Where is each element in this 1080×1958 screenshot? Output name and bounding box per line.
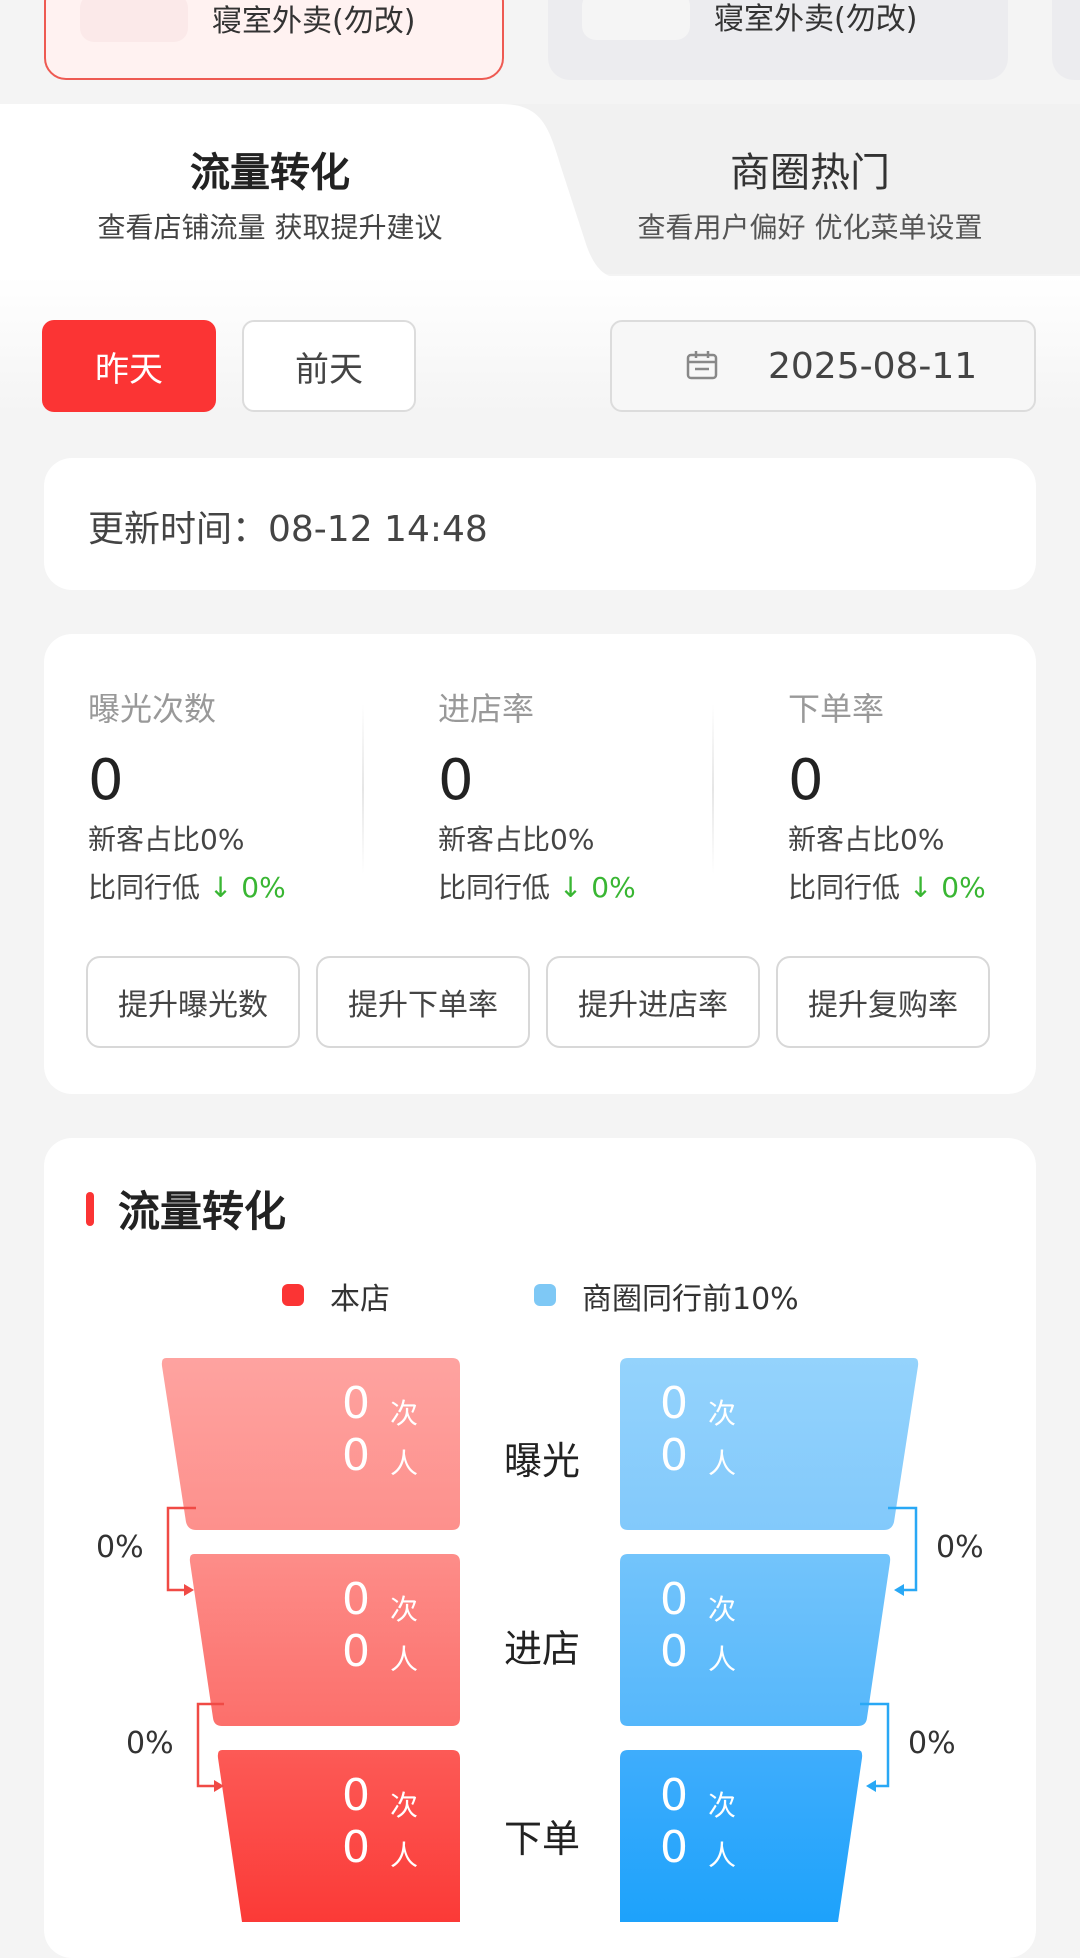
date-value: 2025-08-11 bbox=[768, 346, 978, 387]
tab-bar: 流量转化 查看店铺流量 获取提升建议 商圈热门 查看用户偏好 优化菜单设置 bbox=[0, 104, 1080, 284]
section-accent-bar bbox=[86, 1192, 94, 1226]
unit-people: 人 bbox=[708, 1643, 737, 1676]
store-thumbnail bbox=[80, 0, 188, 42]
store-exposure-people: 0 bbox=[342, 1430, 370, 1481]
peer-conversion-arrow-1 bbox=[888, 1506, 918, 1596]
store-entry-people: 0 bbox=[342, 1626, 370, 1677]
store-order-times: 0 bbox=[342, 1770, 370, 1821]
peer-order-times: 0 bbox=[660, 1770, 688, 1821]
unit-people: 人 bbox=[390, 1643, 419, 1676]
divider bbox=[712, 704, 714, 874]
unit-times: 次 bbox=[708, 1593, 737, 1626]
peer-exposure-people: 0 bbox=[660, 1430, 688, 1481]
unit-times: 次 bbox=[708, 1397, 737, 1430]
metric-compare-value: ↓ 0% bbox=[908, 871, 986, 904]
metric-label: 曝光次数 bbox=[88, 690, 217, 728]
metric-compare: 比同行低 ↓ 0% bbox=[438, 866, 738, 914]
store-card-1[interactable]: 寝室外卖(勿改) bbox=[44, 0, 504, 80]
unit-people: 人 bbox=[708, 1447, 737, 1480]
peer-order-people: 0 bbox=[660, 1822, 688, 1873]
metric-compare: 比同行低 ↓ 0% bbox=[788, 866, 1080, 914]
funnel-card: 流量转化 本店 商圈同行前10% 0 次 0 人 0 次 0 人 曝光 0 次 … bbox=[44, 1138, 1036, 1958]
store-name: 寝室外卖(勿改) bbox=[212, 4, 416, 39]
metrics-card: 曝光次数 0 新客占比0% 比同行低 ↓ 0% 进店率 0 新客占比0% 比同行… bbox=[44, 634, 1036, 1094]
metric-compare-value: ↓ 0% bbox=[558, 871, 636, 904]
metric-compare: 比同行低 ↓ 0% bbox=[88, 866, 388, 914]
store-funnel-entry: 0 次 0 人 bbox=[160, 1554, 460, 1726]
metric-value: 0 bbox=[788, 748, 824, 813]
metric-new-ratio: 新客占比0% bbox=[438, 823, 595, 856]
improve-order-rate-button[interactable]: 提升下单率 bbox=[316, 956, 530, 1048]
unit-times: 次 bbox=[390, 1789, 419, 1822]
metric-compare-value: ↓ 0% bbox=[208, 871, 286, 904]
peer-rate-1: 0% bbox=[936, 1530, 984, 1565]
metric-compare-label: 比同行低 bbox=[88, 871, 201, 904]
metric-order-rate: 下单率 0 新客占比0% 比同行低 ↓ 0% bbox=[788, 684, 1080, 914]
divider bbox=[362, 704, 364, 874]
calendar-icon bbox=[686, 351, 718, 380]
store-rate-1: 0% bbox=[96, 1530, 144, 1565]
store-exposure-times: 0 bbox=[342, 1378, 370, 1429]
store-name: 寝室外卖(勿改) bbox=[714, 2, 918, 37]
legend-peer-label: 商圈同行前10% bbox=[582, 1282, 799, 1317]
metric-value: 0 bbox=[88, 748, 124, 813]
stage-label-entry: 进店 bbox=[504, 1627, 581, 1671]
improve-repurchase-button[interactable]: 提升复购率 bbox=[776, 956, 990, 1048]
store-card-2[interactable]: 寝室外卖(勿改) bbox=[548, 0, 1008, 80]
improve-entry-rate-button[interactable]: 提升进店率 bbox=[546, 956, 760, 1048]
peer-funnel-exposure: 0 次 0 人 bbox=[620, 1358, 920, 1530]
yesterday-button[interactable]: 昨天 bbox=[42, 320, 216, 412]
peer-entry-times: 0 bbox=[660, 1574, 688, 1625]
store-thumbnail bbox=[582, 0, 690, 40]
improve-exposure-button[interactable]: 提升曝光数 bbox=[86, 956, 300, 1048]
tab-traffic-subtitle: 查看店铺流量 获取提升建议 bbox=[97, 211, 443, 244]
tab-traffic-title[interactable]: 流量转化 bbox=[0, 140, 540, 198]
unit-times: 次 bbox=[390, 1397, 419, 1430]
store-entry-times: 0 bbox=[342, 1574, 370, 1625]
metric-entry-rate: 进店率 0 新客占比0% 比同行低 ↓ 0% bbox=[438, 684, 738, 914]
update-time: 更新时间：08-12 14:48 bbox=[88, 509, 488, 550]
peer-conversion-arrow-2 bbox=[860, 1702, 890, 1792]
tab-business-subtitle: 查看用户偏好 优化菜单设置 bbox=[637, 211, 983, 244]
store-rate-2: 0% bbox=[126, 1726, 174, 1761]
funnel-title: 流量转化 bbox=[118, 1187, 287, 1236]
store-card-3[interactable] bbox=[1052, 0, 1080, 80]
peer-funnel-entry: 0 次 0 人 bbox=[620, 1554, 920, 1726]
metric-label: 下单率 bbox=[788, 690, 885, 728]
metric-new-ratio: 新客占比0% bbox=[88, 823, 245, 856]
stage-label-exposure: 曝光 bbox=[504, 1439, 581, 1483]
metric-new-ratio: 新客占比0% bbox=[788, 823, 945, 856]
peer-exposure-times: 0 bbox=[660, 1378, 688, 1429]
day-before-button[interactable]: 前天 bbox=[242, 320, 416, 412]
store-order-people: 0 bbox=[342, 1822, 370, 1873]
legend-store-label: 本店 bbox=[330, 1282, 390, 1317]
unit-people: 人 bbox=[390, 1839, 419, 1872]
store-conversion-arrow-2 bbox=[196, 1702, 224, 1792]
unit-times: 次 bbox=[390, 1593, 419, 1626]
metric-exposure: 曝光次数 0 新客占比0% 比同行低 ↓ 0% bbox=[88, 684, 388, 914]
peer-entry-people: 0 bbox=[660, 1626, 688, 1677]
unit-people: 人 bbox=[708, 1839, 737, 1872]
unit-people: 人 bbox=[390, 1447, 419, 1480]
stage-label-order: 下单 bbox=[504, 1817, 581, 1861]
metric-compare-label: 比同行低 bbox=[438, 871, 551, 904]
store-conversion-arrow-1 bbox=[166, 1506, 196, 1596]
legend-peer-dot bbox=[534, 1284, 556, 1306]
metric-value: 0 bbox=[438, 748, 474, 813]
date-picker[interactable]: 2025-08-11 bbox=[610, 320, 1036, 412]
metric-label: 进店率 bbox=[438, 690, 535, 728]
metric-compare-label: 比同行低 bbox=[788, 871, 901, 904]
store-funnel-exposure: 0 次 0 人 bbox=[160, 1358, 460, 1530]
legend-store-dot bbox=[282, 1284, 304, 1306]
unit-times: 次 bbox=[708, 1789, 737, 1822]
peer-rate-2: 0% bbox=[908, 1726, 956, 1761]
tab-business-title[interactable]: 商圈热门 bbox=[560, 140, 1060, 198]
update-time-card: 更新时间：08-12 14:48 bbox=[44, 458, 1036, 590]
